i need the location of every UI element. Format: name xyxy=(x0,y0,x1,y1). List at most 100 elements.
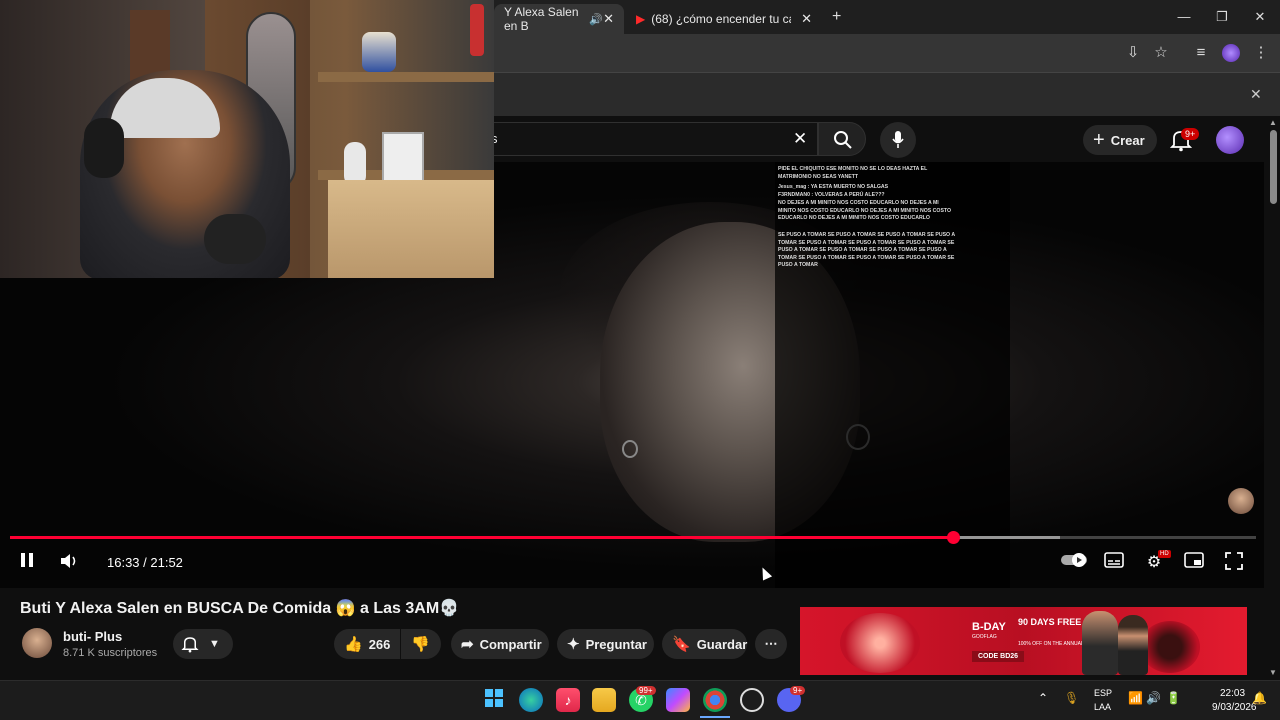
clock-time[interactable]: 22:03 xyxy=(1220,688,1245,699)
scroll-up-icon[interactable]: ▲ xyxy=(1269,118,1277,127)
miniplayer-button[interactable] xyxy=(1182,552,1206,574)
webcam-shelf xyxy=(318,72,494,82)
input-language[interactable]: ESP xyxy=(1094,688,1112,698)
close-tab-icon[interactable]: ✕ xyxy=(603,11,614,27)
more-actions-button[interactable]: ⋯ xyxy=(755,629,787,659)
chrome-icon[interactable] xyxy=(703,688,727,712)
file-explorer-icon[interactable] xyxy=(592,688,616,712)
search-button[interactable] xyxy=(818,122,866,156)
share-button[interactable]: ➦ Compartir xyxy=(451,629,549,659)
close-tab-icon[interactable]: ✕ xyxy=(801,11,812,27)
active-app-indicator xyxy=(700,716,730,718)
obs-icon[interactable] xyxy=(740,688,764,712)
start-button[interactable] xyxy=(482,688,506,712)
discord-badge: 9+ xyxy=(790,686,806,695)
close-window-icon[interactable]: ✕ xyxy=(1242,6,1278,28)
mic-icon xyxy=(892,131,904,148)
subscriber-count: 8.71 K suscriptores xyxy=(63,647,158,659)
tab-title: (68) ¿cómo encender tu carro a xyxy=(651,12,791,26)
windows-logo-icon xyxy=(485,689,503,707)
battery-icon[interactable]: 🔋 xyxy=(1166,691,1181,705)
save-button[interactable]: 🔖 Guardar xyxy=(662,629,747,659)
notifications-tray-icon[interactable]: 🔔 xyxy=(1252,691,1267,705)
restore-icon[interactable]: ❐ xyxy=(1204,6,1240,28)
progress-scrubber[interactable] xyxy=(947,531,960,544)
plus-icon: + xyxy=(1093,129,1105,151)
progress-played xyxy=(10,536,953,539)
fullscreen-icon xyxy=(1225,552,1243,570)
create-button[interactable]: + Crear xyxy=(1083,125,1157,155)
wifi-icon[interactable]: 📶 xyxy=(1128,691,1143,705)
menu-dots-icon[interactable]: ⋮ xyxy=(1250,42,1272,64)
ad-code: CODE BD26 xyxy=(972,651,1025,662)
thumbs-up-icon: 👍 xyxy=(344,636,363,653)
subtitles-button[interactable] xyxy=(1102,552,1126,574)
settings-button[interactable]: ⚙ HD xyxy=(1142,550,1171,574)
share-icon: ➦ xyxy=(461,636,474,653)
chat-line: Jesus_mag : YA ESTA MUERTO NO SALGAS xyxy=(778,184,889,190)
webcam-cabinet xyxy=(328,180,494,278)
copilot-icon[interactable] xyxy=(666,688,690,712)
ad-graphic xyxy=(1140,621,1200,673)
install-app-icon[interactable]: ⇩ xyxy=(1122,42,1144,64)
music-app-icon[interactable]: ♪ xyxy=(556,688,580,712)
ad-brand: B-DAY xyxy=(972,621,1006,633)
whatsapp-badge: 99+ xyxy=(636,686,656,695)
chevron-down-icon: ▼ xyxy=(209,638,220,650)
tab-current-video[interactable]: Y Alexa Salen en B 🔊 ✕ xyxy=(494,4,624,34)
subtitles-icon xyxy=(1104,552,1124,568)
pause-button[interactable] xyxy=(16,552,38,574)
tray-expand-icon[interactable]: ⌃ xyxy=(1038,691,1048,705)
profile-icon[interactable] xyxy=(1222,44,1240,62)
tab-other-video[interactable]: ▶ (68) ¿cómo encender tu carro a ✕ xyxy=(626,4,822,34)
scroll-down-icon[interactable]: ▼ xyxy=(1269,668,1277,677)
autoplay-toggle-icon xyxy=(1061,553,1087,567)
webcam-microphone xyxy=(204,214,266,264)
ask-button[interactable]: ✦ Preguntar xyxy=(557,629,654,659)
subscription-bell-button[interactable]: ▼ xyxy=(173,629,233,659)
scrollbar-thumb[interactable] xyxy=(1270,130,1277,204)
close-infobar-icon[interactable]: ✕ xyxy=(1250,86,1262,103)
bookmark-star-icon[interactable]: ☆ xyxy=(1150,42,1172,64)
clock-date[interactable]: 9/03/2026 xyxy=(1212,702,1257,713)
chat-line: SE PUSO A TOMAR SE PUSO A TOMAR SE PUSO … xyxy=(778,232,955,268)
microphone-tray-icon[interactable]: 🎙 xyxy=(1064,691,1079,705)
ad-graphic xyxy=(840,613,920,673)
channel-name[interactable]: buti- Plus xyxy=(63,629,122,644)
notification-badge: 9+ xyxy=(1181,128,1200,140)
thumbs-down-icon: 👎 xyxy=(411,636,430,653)
like-count: 266 xyxy=(368,636,391,652)
autoplay-toggle[interactable] xyxy=(1060,552,1088,574)
chat-line: PIDE EL CHIQUITO ESE MONITO NO SE LO DEA… xyxy=(778,166,928,180)
search-input[interactable]: s ✕ xyxy=(440,122,818,156)
media-control-icon[interactable]: ≡ xyxy=(1190,42,1212,64)
search-icon xyxy=(834,131,852,149)
webcam-overlay xyxy=(0,0,494,278)
volume-button[interactable] xyxy=(58,552,80,574)
input-layout[interactable]: LAA xyxy=(1094,702,1111,712)
volume-icon xyxy=(61,554,76,568)
fullscreen-button[interactable] xyxy=(1222,552,1246,574)
sparkle-icon: ✦ xyxy=(567,636,580,653)
more-dots-icon: ⋯ xyxy=(764,636,778,651)
account-avatar[interactable] xyxy=(1216,126,1244,154)
voice-search-button[interactable] xyxy=(880,122,916,158)
ask-label: Preguntar xyxy=(585,636,647,652)
speaker-icon: 🔊 xyxy=(589,13,604,26)
chat-line: F3RNDMAN0 : VOLVERAS A PERÚ ALE??? xyxy=(778,192,885,198)
speaker-icon[interactable]: 🔊 xyxy=(1146,691,1161,705)
minimize-icon[interactable]: — xyxy=(1166,6,1202,28)
stream-chat-overlay xyxy=(775,162,1010,588)
like-button[interactable]: 👍 266 xyxy=(334,629,400,659)
pause-icon xyxy=(21,553,33,567)
edge-icon[interactable] xyxy=(519,688,543,712)
new-tab-button[interactable]: + xyxy=(832,8,841,26)
channel-avatar[interactable] xyxy=(22,628,52,658)
clear-search-icon[interactable]: ✕ xyxy=(793,129,807,149)
dislike-button[interactable]: 👎 xyxy=(401,629,441,659)
channel-watermark[interactable] xyxy=(1228,488,1254,514)
save-label: Guardar xyxy=(696,636,748,652)
ad-person xyxy=(1118,615,1148,675)
ad-banner[interactable]: B-DAY GOOFLAG 90 DAYS FREE 100% OFF ON T… xyxy=(800,607,1247,675)
share-label: Compartir xyxy=(479,636,542,652)
